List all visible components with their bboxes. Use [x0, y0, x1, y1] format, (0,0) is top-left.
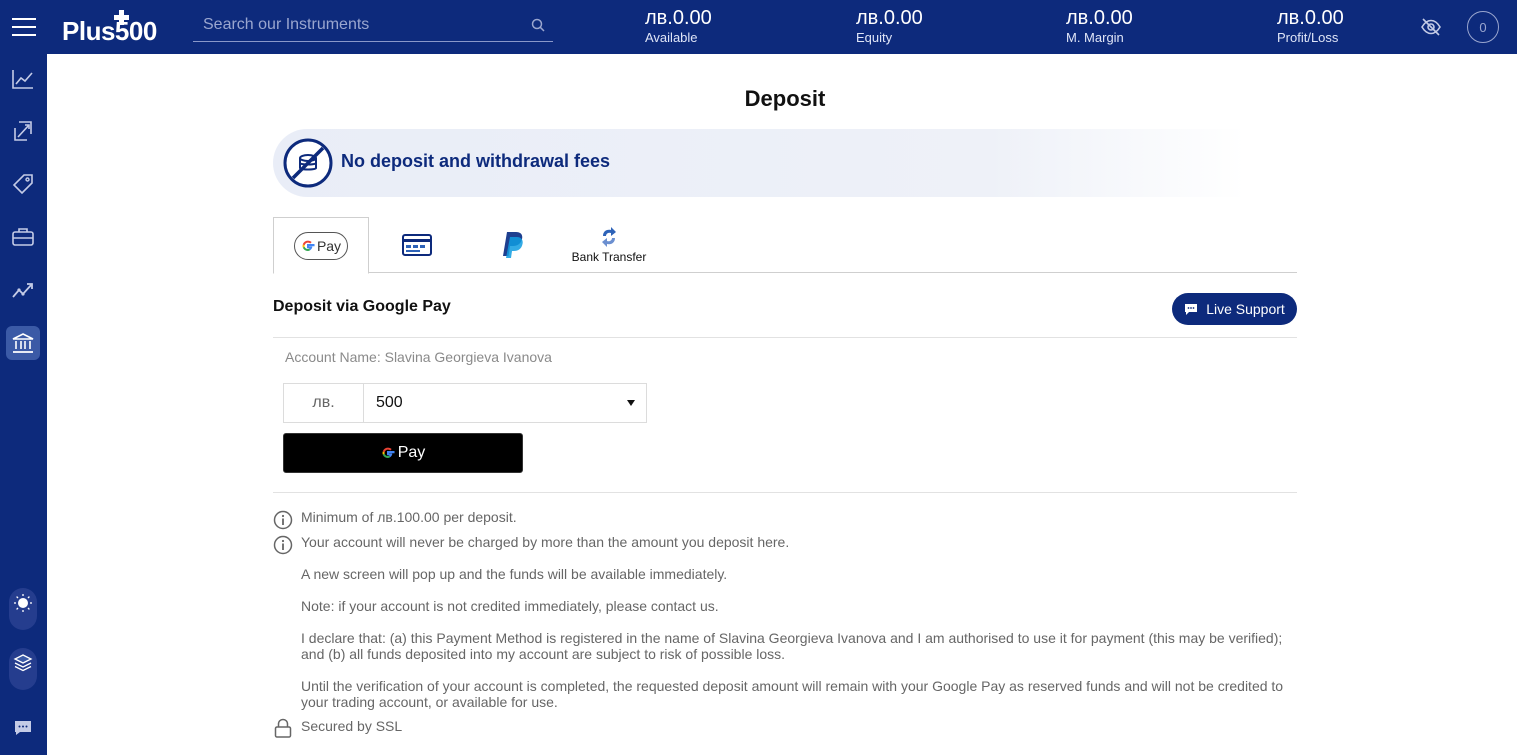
note-popup: A new screen will pop up and the funds w…: [301, 566, 728, 582]
google-g-icon: [382, 447, 395, 458]
stat-value: лв.0.00: [1066, 7, 1133, 29]
note-minimum: Minimum of лв.100.00 per deposit.: [301, 509, 517, 525]
stat-label: M. Margin: [1066, 30, 1124, 45]
amount-field: лв. 500: [283, 383, 647, 423]
stat-available: лв.0.00 Available: [645, 6, 712, 46]
bank-icon: [12, 333, 34, 353]
no-fees-banner: No deposit and withdrawal fees: [273, 129, 1297, 197]
amount-select[interactable]: 500: [364, 384, 646, 422]
lock-icon: [274, 718, 292, 738]
notification-count: 0: [1479, 19, 1487, 35]
account-name: Account Name: Slavina Georgieva Ivanova: [285, 349, 552, 365]
stat-value: лв.0.00: [1277, 7, 1344, 29]
sidebar-item-portfolio[interactable]: [6, 220, 40, 254]
banner-text: No deposit and withdrawal fees: [341, 151, 611, 171]
logo-text: Plus500: [62, 16, 157, 45]
sidebar-item-insights[interactable]: [6, 273, 40, 307]
amount-value: 500: [376, 394, 403, 411]
briefcase-icon: [12, 228, 34, 246]
sidebar-item-funds[interactable]: [6, 326, 40, 360]
google-pay-tab-label: Pay: [316, 237, 342, 254]
google-pay-chip: Pay: [294, 231, 348, 260]
chart-line-icon: [12, 70, 33, 89]
payment-method-tabs: Pay Bank Transfer: [273, 217, 1297, 274]
notifications-button[interactable]: 0: [1467, 11, 1499, 43]
stat-value: лв.0.00: [645, 7, 712, 29]
live-support-button[interactable]: Live Support: [1172, 293, 1297, 325]
section-title: Deposit via Google Pay: [273, 298, 451, 315]
trend-icon: [12, 283, 33, 298]
top-bar: Plus500 лв.0.00 Available лв.0.00 Equity…: [0, 0, 1517, 54]
info-icon: [273, 535, 293, 555]
stat-value: лв.0.00: [856, 7, 923, 29]
divider: [273, 492, 1297, 493]
chat-bubble-icon: [1185, 303, 1198, 315]
no-fees-icon: [283, 138, 333, 188]
note-charge-limit: Your account will never be charged by mo…: [301, 534, 790, 550]
secured-by-ssl: Secured by SSL: [301, 718, 403, 734]
credit-card-icon: [402, 234, 432, 256]
note-declaration: I declare that: (a) this Payment Method …: [301, 630, 1283, 662]
tab-google-pay[interactable]: Pay: [273, 217, 369, 274]
google-pay-button-label: Pay: [397, 444, 426, 461]
layers-toggle[interactable]: [9, 648, 37, 690]
stat-margin: лв.0.00 M. Margin: [1066, 6, 1133, 46]
search-bar: [193, 9, 553, 42]
tab-paypal[interactable]: [465, 217, 561, 273]
stat-label: Available: [645, 30, 698, 45]
hide-balance-button[interactable]: [1417, 13, 1445, 41]
stat-profit-loss: лв.0.00 Profit/Loss: [1277, 6, 1344, 46]
tab-bank-transfer[interactable]: Bank Transfer: [561, 217, 657, 273]
stat-equity: лв.0.00 Equity: [856, 6, 923, 46]
tab-bank-transfer-label: Bank Transfer: [571, 250, 647, 264]
search-button[interactable]: [523, 10, 553, 40]
sidebar-item-charts[interactable]: [6, 62, 40, 96]
bank-transfer-icon: [602, 227, 616, 247]
live-support-label: Live Support: [1206, 301, 1285, 317]
hamburger-menu-button[interactable]: [0, 0, 47, 54]
theme-toggle-icon: [14, 594, 32, 612]
chevron-down-icon: [627, 400, 635, 406]
price-tag-icon: [12, 174, 33, 195]
sidebar-item-positions[interactable]: [6, 114, 40, 148]
plus500-logo[interactable]: Plus500: [62, 9, 186, 45]
sidebar-item-orders[interactable]: [6, 167, 40, 201]
eye-off-icon: [1421, 18, 1441, 36]
divider: [273, 337, 1297, 338]
swap-arrows-icon: [14, 121, 32, 141]
note-contact: Note: if your account is not credited im…: [301, 598, 719, 614]
info-icon: [273, 510, 293, 530]
note-verification: Until the verification of your account i…: [301, 678, 1284, 710]
search-input[interactable]: [193, 9, 523, 41]
stat-label: Equity: [856, 30, 893, 45]
paypal-icon: [503, 232, 523, 258]
layers-icon: [13, 654, 33, 672]
theme-toggle[interactable]: [9, 588, 37, 630]
currency-label: лв.: [284, 384, 364, 422]
sidebar-chat-button[interactable]: [6, 711, 40, 745]
chat-icon: [15, 721, 31, 735]
google-pay-button[interactable]: Pay: [283, 433, 523, 473]
google-g-icon: [302, 240, 315, 251]
search-icon: [531, 18, 545, 32]
sidebar: [0, 54, 47, 755]
hamburger-menu-icon: [11, 18, 36, 36]
stat-label: Profit/Loss: [1277, 30, 1339, 45]
tab-card[interactable]: [369, 217, 465, 273]
page-title: Deposit: [744, 86, 826, 111]
